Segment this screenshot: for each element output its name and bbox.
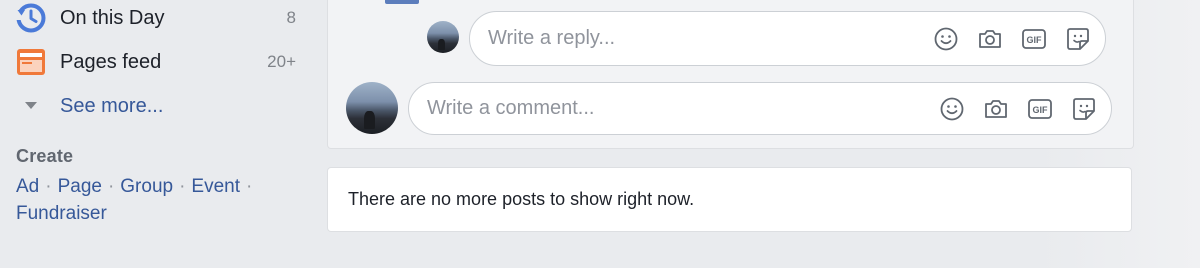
sticker-icon[interactable] (1065, 26, 1091, 52)
gif-icon[interactable]: GIF (1021, 26, 1047, 52)
comment-avatar[interactable] (346, 82, 398, 134)
svg-text:GIF: GIF (1027, 35, 1043, 45)
no-more-posts-message: There are no more posts to show right no… (348, 189, 695, 209)
reply-input-box: GIF (469, 11, 1106, 66)
reply-avatar[interactable] (427, 21, 459, 53)
camera-icon[interactable] (983, 96, 1009, 122)
clock-history-icon (16, 3, 46, 33)
create-event-link[interactable]: Event (191, 176, 240, 197)
reply-tools: GIF (915, 26, 1091, 52)
gif-icon[interactable]: GIF (1027, 96, 1053, 122)
create-heading: Create (16, 146, 74, 166)
see-more-label: See more... (60, 94, 164, 117)
separator-dot: · (179, 176, 186, 197)
create-ad-link[interactable]: Ad (16, 176, 39, 197)
sidebar-item-pages-feed[interactable]: Pages feed 20+ (16, 40, 306, 84)
sidebar-item-count: 20+ (267, 52, 296, 71)
sidebar-item-label: On this Day (60, 6, 165, 29)
svg-text:GIF: GIF (1033, 105, 1049, 115)
separator-dot: · (107, 176, 115, 197)
see-more-link[interactable]: See more... (16, 84, 306, 128)
separator-dot: · (246, 176, 253, 197)
no-more-posts-card: There are no more posts to show right no… (327, 167, 1132, 232)
sidebar-item-label: Pages feed (60, 50, 162, 73)
create-links: Ad · Page · Group · Event · Fundraiser (16, 173, 286, 227)
comment-tools: GIF (921, 96, 1097, 122)
separator-dot: · (45, 176, 52, 197)
left-sidebar: On this Day 8 Pages feed 20+ See more...… (16, 0, 306, 227)
create-page-link[interactable]: Page (58, 176, 102, 197)
sticker-icon[interactable] (1071, 96, 1097, 122)
comment-input[interactable] (409, 97, 921, 120)
create-group-link[interactable]: Group (120, 176, 173, 197)
sidebar-item-on-this-day[interactable]: On this Day 8 (16, 0, 306, 38)
emoji-icon[interactable] (933, 26, 959, 52)
create-fundraiser-link[interactable]: Fundraiser (16, 203, 107, 224)
emoji-icon[interactable] (939, 96, 965, 122)
pages-feed-icon (16, 47, 46, 77)
reply-input[interactable] (470, 27, 915, 50)
post-link-fragment (385, 0, 419, 4)
comment-input-box: GIF (408, 82, 1112, 135)
sidebar-item-count: 8 (286, 8, 296, 27)
chevron-down-icon (16, 91, 46, 121)
camera-icon[interactable] (977, 26, 1003, 52)
